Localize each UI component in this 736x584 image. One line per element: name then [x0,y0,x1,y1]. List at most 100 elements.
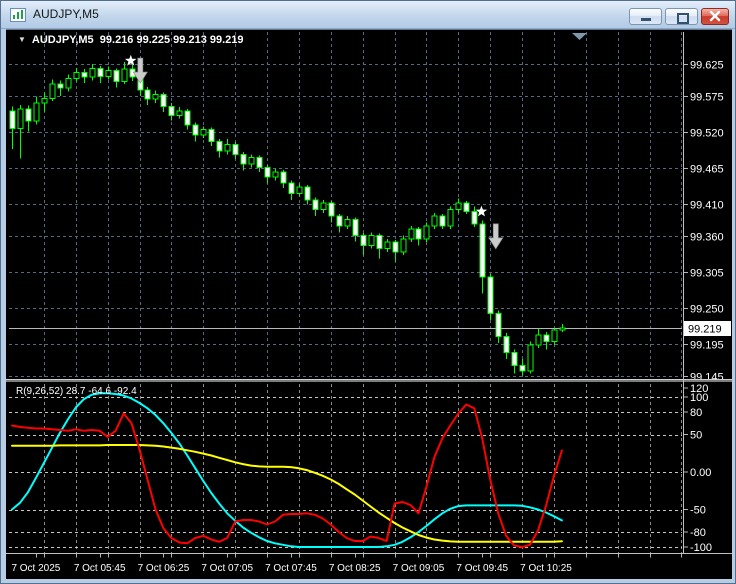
candle-body [280,171,287,184]
candle-body [97,68,104,77]
candle-body [455,202,462,211]
indicator-axis-label: 0.00 [690,467,711,479]
indicator-axis-label: 80 [690,407,702,419]
candle-body [184,110,191,126]
close-icon [709,10,721,22]
candle-body [105,70,112,77]
candle-body [176,110,183,116]
price-axis-label: 99.305 [690,268,724,280]
candle-body [232,144,239,155]
time-axis-label: 7 Oct 05:45 [74,563,126,574]
time-axis-label: 7 Oct 2025 [11,563,60,574]
price-axis-label: 99.360 [690,232,724,244]
chart-client-area[interactable]: 99.625 99.575 99.520 99.465 99.410 99.360 99.3… [6,29,732,579]
indicator-axis-label: -80 [690,527,706,539]
price-axis-label: 99.195 [690,340,724,352]
window-title: AUDJPY,M5 [33,7,99,21]
time-axis-label: 7 Oct 07:05 [201,563,253,574]
candle-body [487,276,494,315]
ohlc-text: AUDJPY,M5 99.216 99.225 99.213 99.219 [31,34,244,46]
candle-body [400,238,407,253]
candle-body [152,94,159,100]
candle-body [81,71,88,78]
candle-body [200,129,207,136]
candle-body [368,235,375,246]
candle-body [439,215,446,227]
indicator-label: R(9,26,52) 28.7 -64.6 -92.4 [16,386,137,397]
triangle-down-icon[interactable]: ▼ [18,36,26,44]
candle-body [376,235,383,250]
candle-body [519,365,526,372]
restore-button[interactable] [665,8,698,25]
candle-body [392,241,399,253]
indicator-line-red [11,403,563,548]
chart-canvas[interactable]: 99.625 99.575 99.520 99.465 99.410 99.360 99.3… [6,30,732,579]
time-axis-label: 7 Oct 08:25 [329,563,381,574]
candle-body [352,218,359,237]
candle-body [17,108,24,129]
indicator-line-cyan [11,392,563,548]
candle-body [551,329,558,343]
candle-body [49,83,56,99]
candle-body [423,225,430,240]
minimize-icon [641,18,651,21]
candle-body [272,171,279,178]
candle-body [248,157,255,165]
candle-body [288,182,295,194]
titlebar[interactable]: AUDJPY,M5 [1,1,735,29]
time-axis-label: 7 Oct 06:25 [138,563,190,574]
candle-body [543,334,550,343]
candle-body [224,144,231,152]
price-axis-label: 99.625 [690,60,724,72]
time-axis-label: 7 Oct 09:05 [393,563,445,574]
star-icon [125,54,137,66]
indicator-axis-label: 50 [690,430,702,442]
candle-body [304,186,311,201]
time-axis-label: 7 Oct 10:25 [520,563,572,574]
candle-body [503,335,510,354]
candle-body [535,334,542,346]
candle-body [360,235,367,246]
candle-body [431,215,438,227]
candle-body [144,89,151,100]
candle-body [447,209,454,227]
price-axis-label: 99.575 [690,92,724,104]
candle-body [216,140,223,152]
candle-body [408,228,415,240]
candle-body [320,202,327,211]
candle-body [336,215,343,227]
candle-body [463,202,470,213]
candle-body [559,327,566,331]
candle-body [9,110,16,129]
candle-body [33,102,40,122]
restore-icon [677,13,689,24]
candle-body [384,241,391,250]
indicator-axis-label: 100 [690,392,708,404]
candle-body [312,199,319,211]
candle-body [57,83,64,89]
indicator-axis-label: -50 [690,505,706,517]
candle-body [344,218,351,227]
candle-body [25,108,32,122]
candle-body [495,313,502,337]
candle-body [527,344,534,372]
indicator-line-yellow [11,444,563,543]
minimize-button[interactable] [629,8,662,25]
candle-body [65,77,72,89]
candle-body [415,228,422,240]
price-axis-label: 99.250 [690,304,724,316]
chart-shift-marker[interactable] [572,33,587,40]
candle-body [160,94,167,107]
candle-body [41,97,48,104]
close-button[interactable] [701,8,729,25]
candle-body [264,166,271,178]
candle-body [511,352,518,367]
indicator-axis-label: -100 [690,542,712,554]
candle-body [256,157,263,168]
candle-body [121,68,128,83]
price-axis-label: 99.410 [690,200,724,212]
candle-body [168,105,175,116]
current-price-label: 99.219 [688,324,722,336]
chart-window: AUDJPY,M5 99.625 99.575 99.520 99.465 99.410… [0,0,736,584]
candle-body [208,129,215,142]
